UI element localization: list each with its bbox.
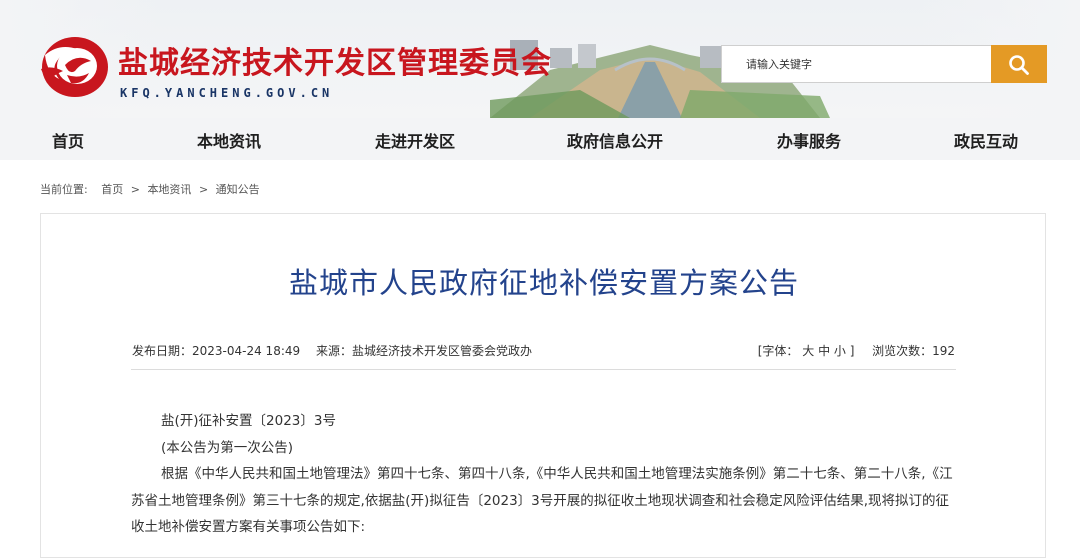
search-box (721, 45, 991, 83)
article-title: 盐城市人民政府征地补偿安置方案公告 (288, 266, 799, 300)
main-nav: 首页 本地资讯 走进开发区 政府信息公开 办事服务 政民互动 (0, 118, 1080, 160)
breadcrumb: 当前位置: 首页 > 本地资讯 > 通知公告 (40, 181, 260, 197)
article-panel: 盐城市人民政府征地补偿安置方案公告 发布日期：2023-04-24 18:49 … (40, 213, 1046, 558)
font-size-small[interactable]: 小 (834, 344, 846, 358)
breadcrumb-separator: > (198, 183, 209, 196)
nav-item-interaction[interactable]: 政民互动 (954, 128, 1018, 152)
meta-divider (131, 369, 956, 370)
site-header: 盐城经济技术开发区管理委员会 KFQ.YANCHENG.GOV.CN 首页 本地… (0, 0, 1080, 160)
search-input[interactable] (722, 46, 991, 82)
search-icon (1009, 55, 1029, 75)
breadcrumb-local-news[interactable]: 本地资讯 (147, 183, 191, 196)
breadcrumb-home[interactable]: 首页 (101, 183, 123, 196)
article-meta: 发布日期：2023-04-24 18:49 来源：盐城经济技术开发区管委会党政办 (132, 342, 532, 359)
nav-item-gov-info[interactable]: 政府信息公开 (567, 128, 663, 152)
view-count: 浏览次数：192 (872, 344, 955, 358)
nav-item-local-news[interactable]: 本地资讯 (197, 128, 261, 152)
article-body: 盐(开)征补安置〔2023〕3号 (本公告为第一次公告) 根据《中华人民共和国土… (131, 408, 957, 541)
breadcrumb-notices[interactable]: 通知公告 (216, 183, 260, 196)
doc-number: 盐(开)征补安置〔2023〕3号 (161, 413, 336, 429)
font-size-medium[interactable]: 中 (818, 344, 830, 358)
site-title: 盐城经济技术开发区管理委员会 (118, 46, 552, 81)
font-size-label: [字体： (757, 344, 799, 358)
breadcrumb-separator: > (130, 183, 140, 196)
font-size-large[interactable]: 大 (802, 344, 814, 358)
article-source: 来源：盐城经济技术开发区管委会党政办 (315, 344, 532, 358)
nav-item-home[interactable]: 首页 (52, 128, 84, 152)
site-url: KFQ.YANCHENG.GOV.CN (120, 86, 334, 100)
logo-icon (41, 37, 108, 97)
nav-item-services[interactable]: 办事服务 (777, 128, 841, 152)
nav-item-about-zone[interactable]: 走进开发区 (375, 128, 455, 152)
notice-line: (本公告为第一次公告) (161, 439, 294, 456)
publish-date: 发布日期：2023-04-24 18:49 (132, 344, 301, 358)
search-button[interactable] (991, 45, 1047, 83)
article-tools: [字体： 大 中 小 ] 浏览次数：192 (758, 342, 955, 359)
body-paragraph: 根据《中华人民共和国土地管理法》第四十七条、第四十八条,《中华人民共和国土地管理… (131, 466, 953, 535)
breadcrumb-prefix: 当前位置: (40, 183, 88, 196)
font-size-close: ] (849, 344, 855, 358)
